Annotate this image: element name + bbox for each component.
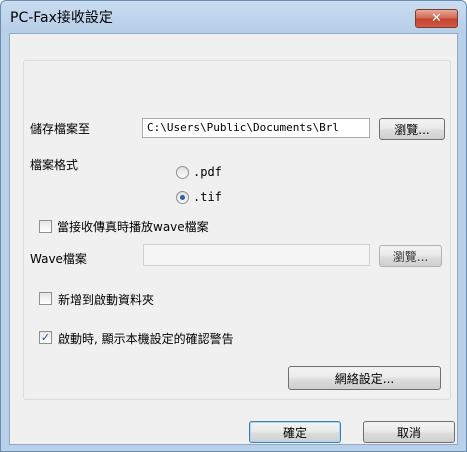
cancel-button[interactable]: 取消 bbox=[363, 421, 455, 443]
network-settings-button[interactable]: 網絡設定... bbox=[288, 366, 441, 390]
startup-warning-checkbox[interactable]: ✓ bbox=[39, 331, 52, 344]
network-settings-label: 網絡設定... bbox=[334, 371, 395, 386]
save-browse-button[interactable]: 瀏覽... bbox=[379, 118, 445, 140]
checkmark-icon: ✓ bbox=[40, 331, 51, 344]
play-wave-checkbox[interactable] bbox=[39, 220, 52, 233]
close-button[interactable]: ✕ bbox=[415, 9, 458, 28]
close-icon: ✕ bbox=[431, 11, 442, 26]
startup-folder-checkbox[interactable] bbox=[39, 292, 52, 305]
wave-browse-label: 瀏覽... bbox=[392, 249, 429, 264]
save-path-field[interactable]: C:\Users\Public\Documents\Brl bbox=[142, 118, 370, 138]
radio-selected-dot bbox=[180, 195, 185, 200]
tif-radio-label: .tif bbox=[193, 190, 222, 204]
window-title: PC-Fax接收設定 bbox=[10, 10, 113, 26]
wave-file-field[interactable] bbox=[143, 244, 370, 266]
startup-warning-label: 啟動時, 顯示本機設定的確認警告 bbox=[58, 332, 234, 346]
wave-browse-button[interactable]: 瀏覽... bbox=[379, 245, 442, 267]
save-location-label: 儲存檔案至 bbox=[30, 122, 91, 136]
pdf-radio-label: .pdf bbox=[193, 165, 222, 179]
save-path-value: C:\Users\Public\Documents\Brl bbox=[147, 121, 340, 134]
wave-file-label: Wave檔案 bbox=[30, 252, 87, 266]
play-wave-label: 當接收傳真時播放wave檔案 bbox=[57, 220, 209, 234]
ok-label: 確定 bbox=[282, 425, 307, 440]
tif-radio[interactable] bbox=[176, 191, 189, 204]
file-format-label: 檔案格式 bbox=[30, 158, 79, 172]
title-bar[interactable]: PC-Fax接收設定 ✕ bbox=[1, 1, 466, 33]
pdf-radio[interactable] bbox=[176, 166, 189, 179]
ok-button[interactable]: 確定 bbox=[249, 421, 341, 443]
save-browse-label: 瀏覽... bbox=[394, 122, 430, 137]
startup-folder-label: 新增到啟動資料夾 bbox=[58, 293, 155, 307]
cancel-label: 取消 bbox=[396, 425, 421, 440]
